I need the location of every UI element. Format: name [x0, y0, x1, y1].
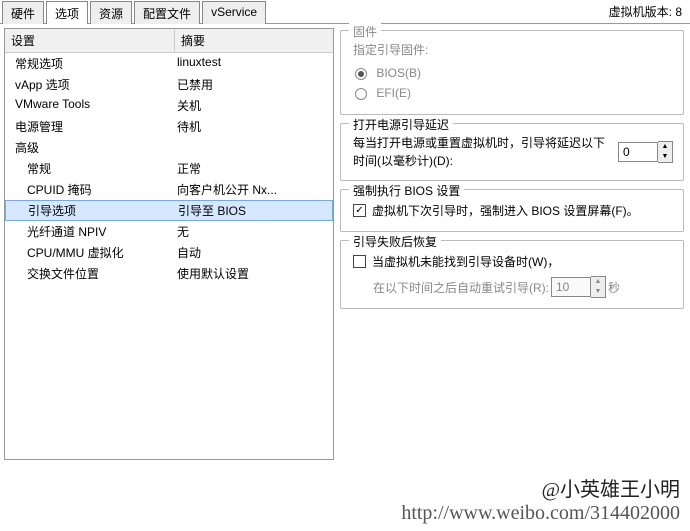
recovery-checkbox[interactable] [353, 255, 366, 268]
watermark: @小英雄王小明 http://www.weibo.com/314402000 [401, 473, 680, 525]
retry-spinner: ▲ ▼ [551, 276, 606, 298]
list-item[interactable]: 常规选项linuxtest [5, 53, 333, 74]
retry-input [551, 277, 591, 297]
setting-name: CPUID 掩码 [5, 181, 175, 198]
setting-summary: 向客户机公开 Nx... [175, 181, 333, 198]
firmware-legend: 固件 [349, 23, 381, 40]
watermark-name: @小英雄王小明 [401, 473, 680, 502]
tab-配置文件[interactable]: 配置文件 [134, 1, 200, 24]
right-pane: 固件 指定引导固件: BIOS(B) EFI(E) 打开电源引导延迟 每当打开电… [338, 24, 690, 464]
header-summary: 摘要 [175, 29, 333, 52]
list-item[interactable]: 常规正常 [5, 158, 333, 179]
force-bios-group: 强制执行 BIOS 设置 ✓ 虚拟机下次引导时，强制进入 BIOS 设置屏幕(F… [340, 189, 684, 232]
list-item[interactable]: 交换文件位置使用默认设置 [5, 263, 333, 284]
setting-name: 光纤通道 NPIV [5, 223, 175, 240]
setting-name: vApp 选项 [5, 76, 175, 93]
spinner-down-icon: ▼ [591, 287, 605, 297]
spinner-up-icon: ▲ [591, 277, 605, 287]
tab-资源[interactable]: 资源 [90, 1, 132, 24]
recovery-text: 当虚拟机未能找到引导设备时(W)， [372, 253, 559, 270]
setting-summary: 待机 [175, 118, 333, 135]
list-item[interactable]: 光纤通道 NPIV无 [5, 221, 333, 242]
setting-name: 交换文件位置 [5, 265, 175, 282]
tab-选项[interactable]: 选项 [46, 1, 88, 24]
setting-name: 电源管理 [5, 118, 175, 135]
main-pane: 设置 摘要 常规选项linuxtestvApp 选项已禁用VMware Tool… [0, 24, 690, 464]
list-header: 设置 摘要 [5, 29, 333, 53]
setting-name: 常规 [5, 160, 175, 177]
setting-summary: 关机 [175, 97, 333, 114]
force-bios-checkbox[interactable]: ✓ [353, 204, 366, 217]
setting-name: 引导选项 [6, 202, 176, 219]
retry-suffix: 秒 [608, 279, 620, 296]
firmware-efi-option: EFI(E) [355, 86, 673, 100]
force-bios-text: 虚拟机下次引导时，强制进入 BIOS 设置屏幕(F)。 [372, 202, 639, 219]
boot-delay-spinner[interactable]: ▲ ▼ [618, 141, 673, 163]
boot-delay-legend: 打开电源引导延迟 [349, 116, 453, 133]
radio-icon [355, 88, 367, 100]
setting-name: CPU/MMU 虚拟化 [5, 244, 175, 261]
setting-summary: 引导至 BIOS [176, 202, 332, 219]
setting-summary: 使用默认设置 [175, 265, 333, 282]
firmware-efi-label: EFI(E) [376, 86, 411, 100]
spinner-up-icon[interactable]: ▲ [658, 142, 672, 152]
firmware-specify-label: 指定引导固件: [353, 41, 673, 58]
list-item[interactable]: 引导选项引导至 BIOS [5, 200, 333, 221]
force-bios-legend: 强制执行 BIOS 设置 [349, 182, 464, 199]
header-setting: 设置 [5, 29, 175, 52]
list-item[interactable]: vApp 选项已禁用 [5, 74, 333, 95]
boot-delay-group: 打开电源引导延迟 每当打开电源或重置虚拟机时，引导将延迟以下时间(以毫秒计)(D… [340, 123, 684, 181]
radio-checked-icon [355, 68, 367, 80]
firmware-group: 固件 指定引导固件: BIOS(B) EFI(E) [340, 30, 684, 115]
boot-delay-text: 每当打开电源或重置虚拟机时，引导将延迟以下时间(以毫秒计)(D): [353, 134, 610, 170]
setting-name: VMware Tools [5, 97, 175, 114]
list-item[interactable]: VMware Tools关机 [5, 95, 333, 116]
setting-summary: linuxtest [175, 55, 333, 72]
setting-summary: 无 [175, 223, 333, 240]
list-item[interactable]: CPUID 掩码向客户机公开 Nx... [5, 179, 333, 200]
menu-bar: 硬件选项资源配置文件vService 虚拟机版本: 8 [0, 0, 690, 24]
tabs-container: 硬件选项资源配置文件vService [0, 0, 268, 23]
setting-summary: 自动 [175, 244, 333, 261]
firmware-bios-label: BIOS(B) [376, 66, 421, 80]
boot-delay-input[interactable] [618, 142, 658, 162]
setting-summary: 正常 [175, 160, 333, 177]
vm-version-label: 虚拟机版本: 8 [609, 3, 690, 20]
list-item[interactable]: 电源管理待机 [5, 116, 333, 137]
firmware-bios-option: BIOS(B) [355, 66, 673, 80]
list-item[interactable]: CPU/MMU 虚拟化自动 [5, 242, 333, 263]
list-rows: 常规选项linuxtestvApp 选项已禁用VMware Tools关机电源管… [5, 53, 333, 284]
spinner-down-icon[interactable]: ▼ [658, 152, 672, 162]
tab-vService[interactable]: vService [202, 1, 266, 24]
setting-name: 常规选项 [5, 55, 175, 72]
settings-list: 设置 摘要 常规选项linuxtestvApp 选项已禁用VMware Tool… [4, 28, 334, 460]
retry-prefix: 在以下时间之后自动重试引导(R): [373, 279, 549, 296]
setting-summary: 已禁用 [175, 76, 333, 93]
watermark-url: http://www.weibo.com/314402000 [401, 502, 680, 525]
tab-硬件[interactable]: 硬件 [2, 1, 44, 24]
boot-recovery-legend: 引导失败后恢复 [349, 233, 441, 250]
boot-recovery-group: 引导失败后恢复 当虚拟机未能找到引导设备时(W)， 在以下时间之后自动重试引导(… [340, 240, 684, 309]
group-advanced: 高级 [5, 137, 333, 158]
